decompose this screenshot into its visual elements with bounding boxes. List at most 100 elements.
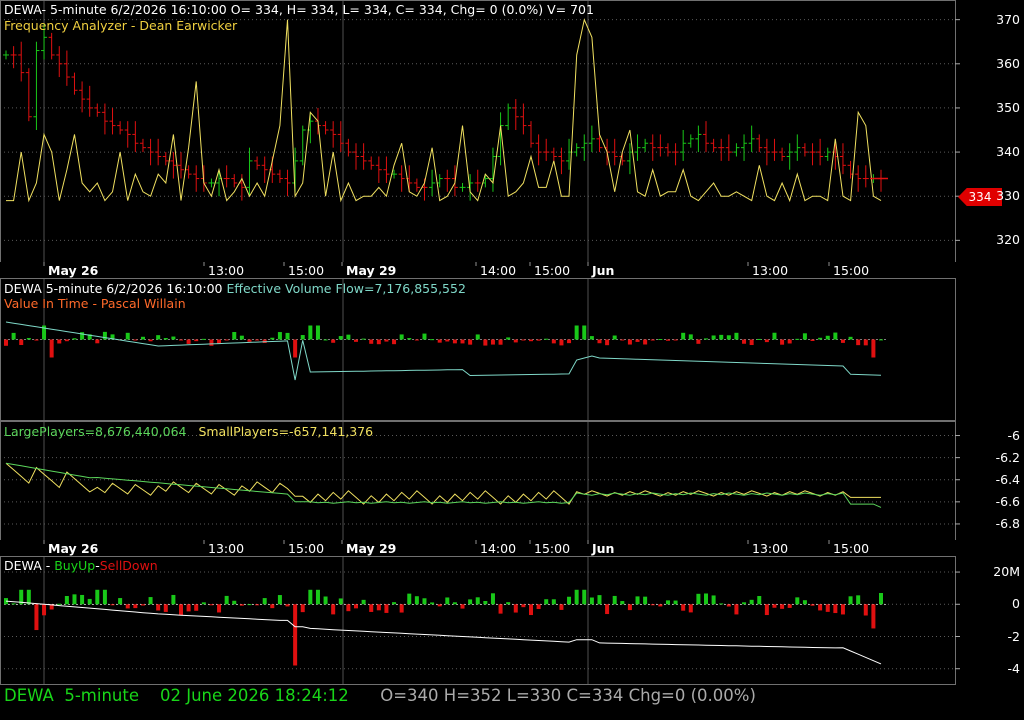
price-bar	[322, 121, 329, 135]
status-interval: 5-minute	[64, 686, 139, 705]
vit-bar	[26, 337, 31, 340]
vit-bar	[140, 336, 145, 340]
vit-bar	[726, 335, 731, 340]
vit-bar	[795, 338, 800, 340]
price-y-tick-label: 370	[996, 11, 1020, 27]
vit-bar	[300, 335, 305, 340]
vit-bar	[757, 338, 762, 340]
vit-bar	[384, 339, 389, 342]
vit-bar	[802, 333, 807, 340]
vit-bar	[255, 339, 260, 341]
players-y-tick-label: -6.8	[995, 515, 1020, 531]
vit-bar	[673, 339, 678, 341]
x-tick-label: Jun	[592, 541, 615, 556]
vit-bar	[452, 339, 457, 344]
vit-bar	[818, 337, 823, 340]
vit-bar	[315, 325, 320, 340]
price-bar	[71, 72, 78, 95]
price-bar	[117, 121, 124, 135]
x-axis-band-1	[0, 540, 956, 556]
buyup-y-tick-label: 20M	[993, 564, 1020, 580]
vit-bar	[437, 339, 442, 343]
vit-panel-header: DEWA 5-minute 6/2/2026 16:10:00 Effectiv…	[4, 281, 466, 296]
players-y-tick-label: -6	[1007, 427, 1020, 443]
price-bar	[276, 169, 283, 183]
x-tick-label: 13:00	[208, 263, 245, 278]
vit-bar	[49, 339, 54, 358]
x-tick-label: May 29	[346, 541, 397, 556]
vit-bar	[163, 338, 168, 340]
vit-bar	[156, 335, 161, 340]
vit-bar	[407, 338, 412, 340]
x-tick-label: 15:00	[288, 541, 325, 556]
vit-bar	[11, 332, 16, 340]
status-symbol: DEWA	[4, 686, 54, 705]
vit-bar	[551, 339, 556, 344]
vit-bar	[513, 339, 518, 343]
x-tick-label: May 26	[48, 263, 99, 278]
vit-bar	[125, 332, 130, 340]
vit-bar	[285, 332, 290, 340]
vit-bar	[460, 339, 465, 344]
vit-bar	[559, 339, 564, 346]
price-bar	[862, 165, 869, 188]
vit-bar	[445, 339, 450, 342]
x-tick-label: Jun	[592, 263, 615, 278]
vit-bar	[224, 339, 229, 341]
vit-bar	[490, 339, 495, 345]
vit-bar	[483, 339, 488, 346]
vit-bar	[825, 335, 830, 340]
vit-bar	[392, 339, 397, 345]
vit-bar	[247, 339, 252, 342]
price-y-tick-label: 350	[996, 99, 1020, 115]
vit-bar	[574, 325, 579, 340]
vit-bar	[696, 339, 701, 344]
vit-panel-title: DEWA 5-minute 6/2/2026 16:10:00	[4, 281, 223, 296]
price-bar	[261, 156, 268, 183]
vit-bar	[102, 331, 107, 340]
players-y-tick-label: -6.2	[995, 449, 1020, 465]
vit-bar	[597, 339, 602, 344]
vit-bar	[133, 339, 138, 341]
vit-bar	[338, 336, 343, 340]
buyup-y-tick-label: 0	[1012, 596, 1020, 612]
vit-bar	[293, 339, 298, 358]
vit-bar	[57, 339, 62, 344]
vit-bar	[430, 339, 435, 341]
vit-bar	[308, 325, 313, 340]
vit-bar	[186, 339, 191, 344]
vit-bar	[179, 339, 183, 341]
status-bar: DEWA 5-minute 02 June 2026 18:24:12 O=34…	[4, 686, 756, 705]
vit-bar	[369, 339, 374, 344]
x-tick-label: 13:00	[208, 541, 245, 556]
x-tick-label: 15:00	[534, 541, 571, 556]
price-panel-border	[0, 0, 956, 263]
vit-bar	[681, 332, 686, 340]
vit-bar	[217, 339, 222, 344]
x-tick-label: 15:00	[833, 541, 870, 556]
vit-bar	[711, 335, 716, 340]
vit-bar	[498, 339, 503, 345]
vit-bar	[863, 339, 868, 346]
effective-volume-flow-line	[5, 321, 882, 381]
vit-bar	[658, 339, 663, 341]
vit-bar	[346, 334, 351, 340]
evf-label: Effective Volume Flow=7,176,855,552	[226, 281, 466, 296]
vit-bar	[856, 339, 861, 346]
vit-bar	[650, 339, 655, 341]
buyup-y-tick-label: -4	[1007, 660, 1020, 676]
vit-bar	[354, 339, 358, 342]
vit-bar	[582, 325, 587, 340]
price-y-tick-label: 340	[996, 144, 1020, 160]
vit-bar	[148, 339, 153, 342]
x-tick-label: 14:00	[480, 263, 517, 278]
vit-bar	[567, 339, 572, 344]
vit-bar	[171, 336, 176, 340]
x-tick-label: 15:00	[534, 263, 571, 278]
vit-bar	[665, 339, 670, 341]
vit-bar	[239, 335, 244, 340]
vit-bar	[643, 339, 648, 345]
x-tick-label: 14:00	[480, 541, 517, 556]
x-tick-label: 13:00	[752, 541, 789, 556]
vit-bar	[620, 339, 625, 341]
